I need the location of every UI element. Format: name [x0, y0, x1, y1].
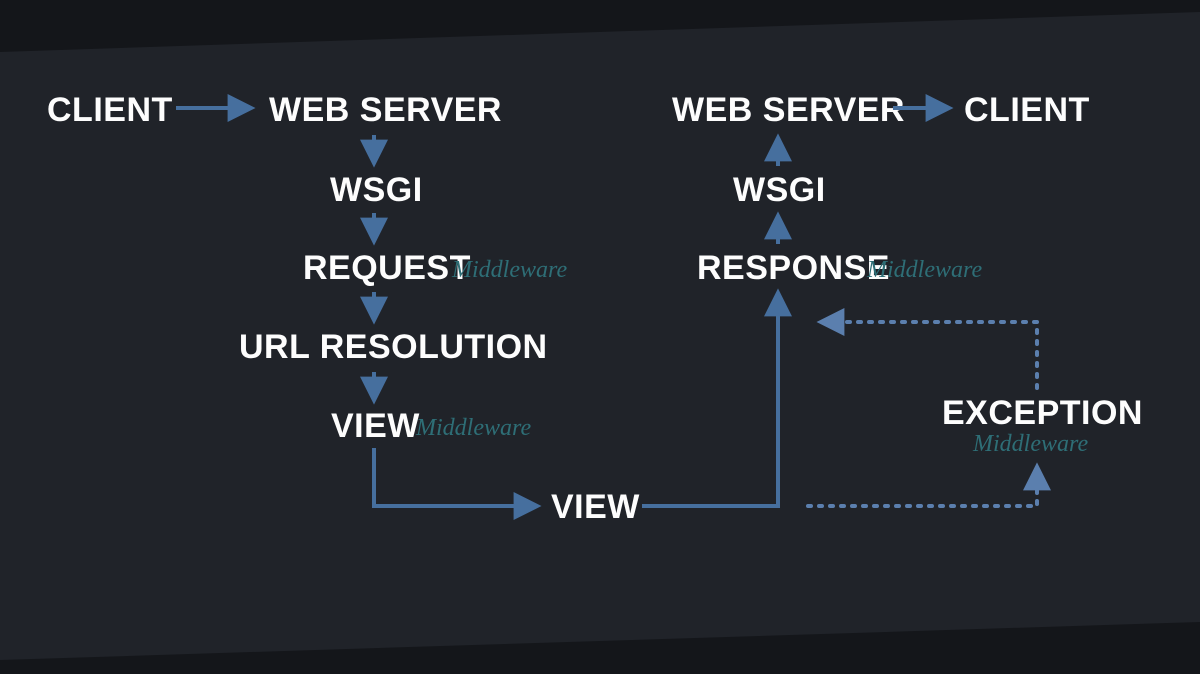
node-client-left: CLIENT [47, 93, 173, 127]
arrow-view-to-response [642, 294, 778, 506]
middleware-response: Middleware [867, 258, 982, 282]
node-response: RESPONSE [697, 251, 890, 285]
node-exception: EXCEPTION [942, 396, 1143, 430]
middleware-view: Middleware [416, 416, 531, 440]
arrow-exception-to-response [822, 322, 1037, 388]
node-wsgi-left: WSGI [330, 173, 423, 207]
node-view-center: VIEW [551, 490, 640, 524]
node-web-server-right: WEB SERVER [672, 93, 905, 127]
node-web-server-left: WEB SERVER [269, 93, 502, 127]
node-request: REQUEST [303, 251, 471, 285]
arrow-view-to-exception [808, 468, 1037, 506]
node-url-resolution: URL RESOLUTION [239, 330, 548, 364]
node-wsgi-right: WSGI [733, 173, 826, 207]
slide: CLIENT WEB SERVER WSGI REQUEST Middlewar… [0, 0, 1200, 674]
arrow-viewmw-to-view [374, 448, 536, 506]
node-client-right: CLIENT [964, 93, 1090, 127]
middleware-request: Middleware [452, 258, 567, 282]
node-view-mw: VIEW [331, 409, 420, 443]
middleware-exception: Middleware [973, 432, 1088, 456]
